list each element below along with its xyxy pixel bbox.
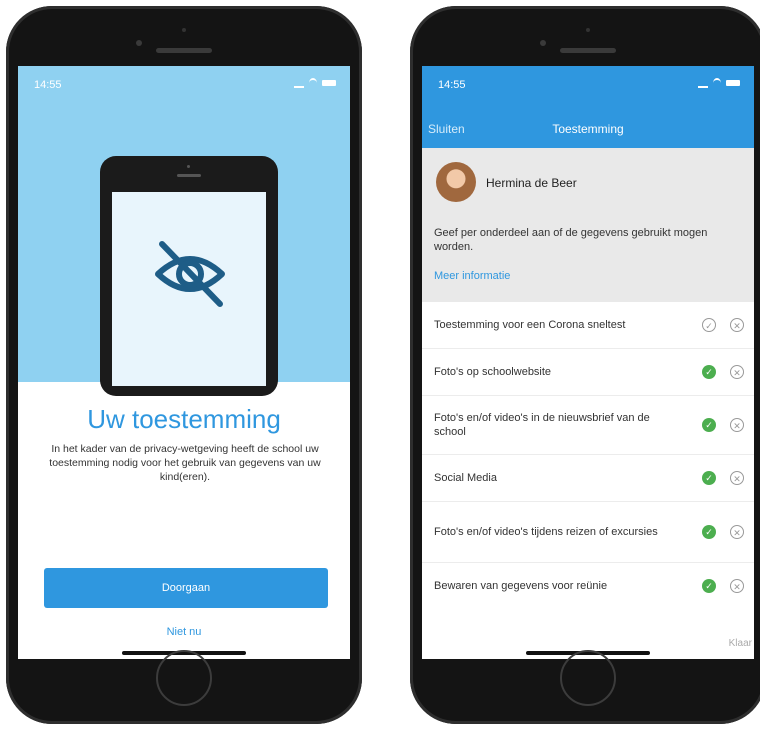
info-text: Geef per onderdeel aan of de gegevens ge… (434, 227, 708, 253)
reject-icon[interactable]: ✕ (730, 579, 744, 593)
check-filled-icon[interactable]: ✓ (702, 418, 716, 432)
consent-label: Foto's en/of video's in de nieuwsbrief v… (434, 412, 650, 438)
consent-label: Social Media (434, 472, 497, 484)
close-button[interactable]: Sluiten (428, 122, 465, 136)
not-now-link[interactable]: Niet nu (18, 626, 350, 638)
phone-illustration (100, 156, 278, 396)
reject-icon[interactable]: ✕ (730, 365, 744, 379)
signal-icon (294, 79, 304, 88)
battery-icon (322, 80, 336, 86)
status-icons (698, 78, 740, 88)
status-time: 14:55 (438, 79, 466, 91)
check-filled-icon[interactable]: ✓ (702, 525, 716, 539)
more-info-link[interactable]: Meer informatie (434, 270, 510, 282)
page-description: In het kader van de privacy-wetgeving he… (49, 443, 321, 483)
check-filled-icon[interactable]: ✓ (702, 579, 716, 593)
phone-right: 14:55 Toestemming Sluiten Hermina de Bee… (410, 6, 760, 724)
speaker (156, 48, 212, 53)
continue-button[interactable]: Doorgaan (44, 568, 328, 608)
reject-icon[interactable]: ✕ (730, 418, 744, 432)
illustration-speaker (177, 174, 201, 177)
consent-row: Foto's en/of video's tijdens reizen of e… (422, 502, 754, 563)
signal-icon (698, 79, 708, 88)
nav-title: Toestemming (552, 122, 624, 136)
front-camera (136, 40, 142, 46)
front-camera (540, 40, 546, 46)
eye-off-icon (155, 241, 225, 307)
nav-header: 14:55 Toestemming Sluiten (422, 66, 754, 148)
consent-label: Toestemming voor een Corona sneltest (434, 319, 626, 331)
reject-icon[interactable]: ✕ (730, 318, 744, 332)
illustration-camera (187, 165, 190, 168)
consent-label: Foto's op schoolwebsite (434, 366, 552, 378)
consent-list: Toestemming voor een Corona sneltest ✓ ✕… (422, 302, 754, 609)
wifi-icon (309, 78, 317, 88)
check-filled-icon[interactable]: ✓ (702, 365, 716, 379)
wifi-icon (713, 78, 721, 88)
status-time: 14:55 (34, 79, 62, 91)
consent-row: Bewaren van gegevens voor reünie ✓ ✕ (422, 563, 754, 609)
user-name: Hermina de Beer (486, 176, 577, 190)
status-icons (294, 78, 336, 88)
consent-row: Foto's en/of video's in de nieuwsbrief v… (422, 396, 754, 455)
consent-intro-screen: 14:55 Uw toestemming In het kader van de… (18, 66, 350, 659)
home-button[interactable] (156, 650, 212, 706)
status-bar: 14:55 (422, 66, 754, 100)
consent-label: Foto's en/of video's tijdens reizen of e… (434, 526, 658, 538)
status-bar: 14:55 (18, 66, 350, 100)
consent-label: Bewaren van gegevens voor reünie (434, 580, 608, 592)
user-info-panel: Hermina de Beer Geef per onderdeel aan o… (422, 148, 754, 302)
consent-row: Social Media ✓ ✕ (422, 455, 754, 502)
done-button[interactable]: Klaar (729, 638, 752, 649)
sensor (182, 28, 186, 32)
sensor (586, 28, 590, 32)
illustration-screen (112, 192, 266, 386)
consent-list-screen: 14:55 Toestemming Sluiten Hermina de Bee… (422, 66, 754, 659)
home-button[interactable] (560, 650, 616, 706)
phone-left: 14:55 Uw toestemming In het kader van de… (6, 6, 362, 724)
consent-row: Foto's op schoolwebsite ✓ ✕ (422, 349, 754, 396)
check-filled-icon[interactable]: ✓ (702, 471, 716, 485)
battery-icon (726, 80, 740, 86)
page-title: Uw toestemming (87, 404, 281, 434)
hero-banner: 14:55 (18, 66, 350, 396)
check-outline-icon[interactable]: ✓ (702, 318, 716, 332)
consent-row: Toestemming voor een Corona sneltest ✓ ✕ (422, 302, 754, 349)
speaker (560, 48, 616, 53)
avatar (436, 162, 476, 202)
reject-icon[interactable]: ✕ (730, 471, 744, 485)
reject-icon[interactable]: ✕ (730, 525, 744, 539)
